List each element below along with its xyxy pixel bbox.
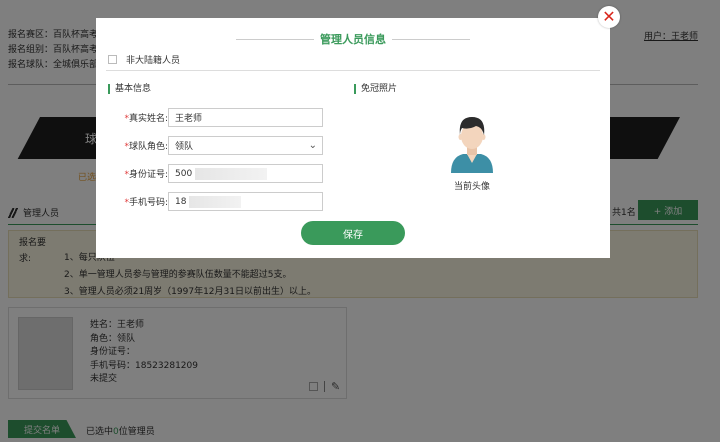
id-label: *身份证号: (124, 170, 168, 180)
name-input[interactable]: 王老师 (168, 108, 323, 127)
photo-heading: 免冠照片 (354, 84, 397, 94)
manager-info-modal: 管理人员信息 非大陆籍人员 基本信息 免冠照片 *真实姓名: 王老师 *球队角色… (96, 18, 610, 258)
name-row: *真实姓名: 王老师 (108, 108, 323, 127)
close-icon[interactable]: ✕ (598, 6, 620, 28)
role-row: *球队角色: 领队 ⌄ (108, 136, 323, 155)
chevron-down-icon: ⌄ (308, 140, 317, 151)
non-mainland-label: 非大陆籍人员 (126, 56, 181, 66)
phone-label: *手机号码: (124, 198, 168, 208)
phone-input[interactable]: 18 (168, 192, 323, 211)
redacted-mask (189, 195, 242, 208)
page: 报名赛区：百队杯高考 报名组别：百队杯高考 报名球队：全城俱乐部 用户：王老师 … (0, 0, 720, 442)
non-mainland-checkbox[interactable] (108, 55, 117, 64)
id-row: *身份证号: 500 (108, 164, 323, 183)
basic-info-heading: 基本信息 (108, 84, 151, 94)
phone-row: *手机号码: 18 (108, 192, 323, 211)
avatar-icon (451, 117, 493, 173)
save-button[interactable]: 保存 (301, 221, 405, 245)
modal-title: 管理人员信息 (320, 33, 386, 46)
name-label: *真实姓名: (124, 114, 168, 124)
modal-divider (106, 70, 600, 71)
role-label: *球队角色: (124, 142, 168, 152)
id-input[interactable]: 500 (168, 164, 323, 183)
role-select[interactable]: 领队 ⌄ (168, 136, 323, 155)
non-mainland-option[interactable]: 非大陆籍人员 (108, 53, 180, 66)
avatar-caption: 当前头像 (453, 182, 490, 192)
redacted-mask (195, 167, 268, 180)
